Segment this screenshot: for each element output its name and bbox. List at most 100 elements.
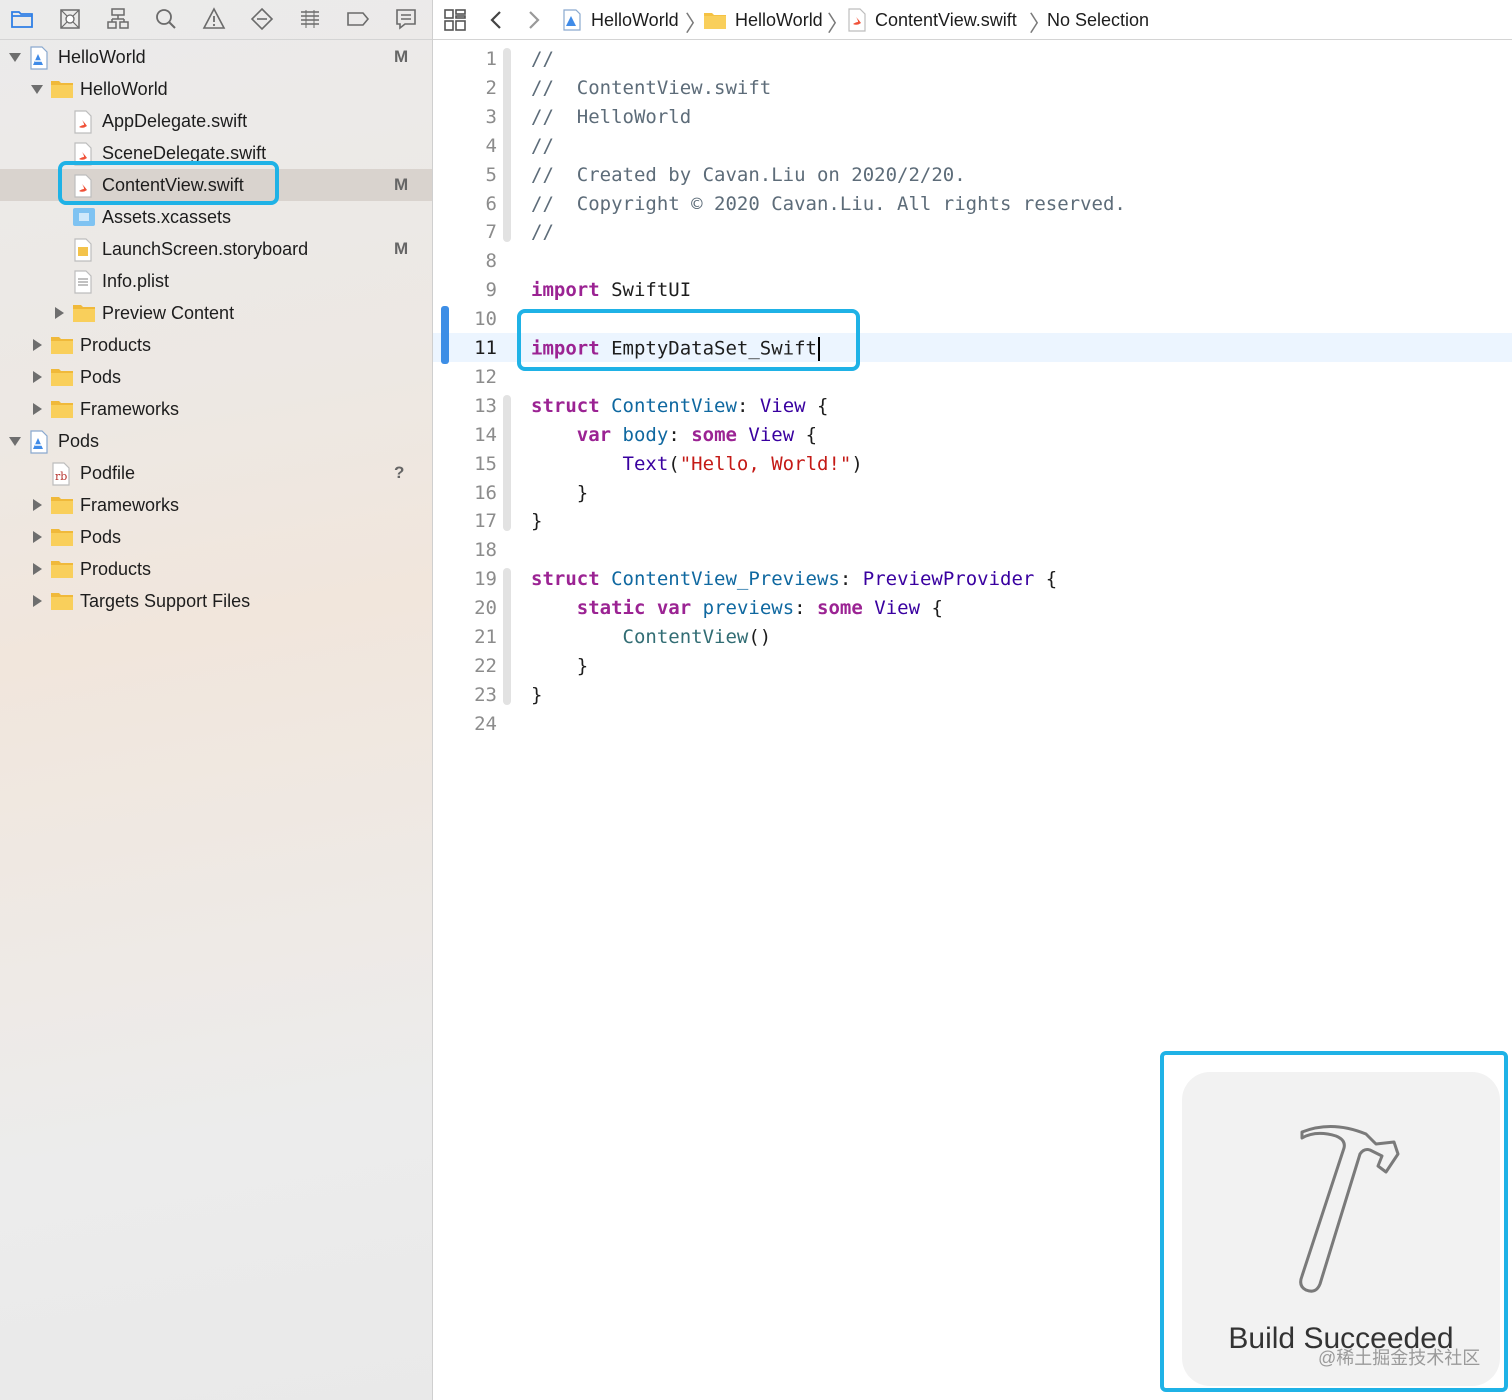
disclosure-closed-icon[interactable] bbox=[52, 306, 66, 320]
folder-icon[interactable] bbox=[8, 6, 36, 32]
code-line[interactable]: 18 bbox=[433, 535, 1512, 564]
code-line[interactable]: 19 struct ContentView_Previews: PreviewPr… bbox=[433, 564, 1512, 593]
code-line[interactable]: 9 import SwiftUI bbox=[433, 275, 1512, 304]
code-text[interactable]: } bbox=[531, 482, 588, 504]
tree-row[interactable]: Pods bbox=[0, 425, 432, 457]
related-items-button[interactable] bbox=[443, 8, 467, 32]
search-icon[interactable] bbox=[152, 6, 180, 32]
code-line[interactable]: 7 // bbox=[433, 217, 1512, 246]
line-number[interactable]: 24 bbox=[433, 713, 497, 735]
line-number[interactable]: 21 bbox=[433, 626, 497, 648]
code-line[interactable]: 23} bbox=[433, 680, 1512, 709]
code-text[interactable]: } bbox=[531, 684, 542, 706]
line-number[interactable]: 17 bbox=[433, 510, 497, 532]
jumpbar-group[interactable]: HelloWorld bbox=[703, 8, 823, 32]
code-text[interactable]: // bbox=[531, 221, 554, 243]
code-text[interactable]: // bbox=[531, 48, 554, 70]
tree-row[interactable]: ContentView.swift M bbox=[0, 169, 432, 201]
code-line[interactable]: 22 } bbox=[433, 651, 1512, 680]
line-number[interactable]: 18 bbox=[433, 539, 497, 561]
code-text[interactable]: struct ContentView: View { bbox=[531, 395, 828, 417]
disclosure-open-icon[interactable] bbox=[30, 82, 44, 96]
code-fold-ribbon[interactable] bbox=[503, 48, 511, 243]
tree-row[interactable]: rb Podfile? bbox=[0, 457, 432, 489]
code-line[interactable]: 4 // bbox=[433, 131, 1512, 160]
tree-row[interactable]: Targets Support Files bbox=[0, 585, 432, 617]
jumpbar-symbol[interactable]: No Selection bbox=[1047, 8, 1149, 32]
disclosure-closed-icon[interactable] bbox=[30, 594, 44, 608]
disclosure-closed-icon[interactable] bbox=[30, 338, 44, 352]
disclosure-closed-icon[interactable] bbox=[30, 370, 44, 384]
code-fold-ribbon[interactable] bbox=[503, 568, 511, 705]
line-number[interactable]: 4 bbox=[433, 135, 497, 157]
disclosure-closed-icon[interactable] bbox=[30, 498, 44, 512]
tree-row[interactable]: HelloWorld bbox=[0, 73, 432, 105]
breakpoint-icon[interactable] bbox=[344, 6, 372, 32]
line-number[interactable]: 8 bbox=[433, 250, 497, 272]
forward-button[interactable] bbox=[523, 8, 543, 32]
warning-icon[interactable] bbox=[200, 6, 228, 32]
tree-row[interactable]: Preview Content bbox=[0, 297, 432, 329]
code-line[interactable]: 1 // bbox=[433, 44, 1512, 73]
code-text[interactable]: Text("Hello, World!") bbox=[531, 453, 863, 475]
code-text[interactable]: ContentView() bbox=[531, 626, 772, 648]
code-line[interactable]: 15 Text("Hello, World!") bbox=[433, 449, 1512, 478]
code-line[interactable]: 11 import EmptyDataSet_Swift bbox=[433, 333, 1512, 362]
code-text[interactable]: // bbox=[531, 135, 554, 157]
line-number[interactable]: 16 bbox=[433, 482, 497, 504]
tree-row[interactable]: Frameworks bbox=[0, 393, 432, 425]
disclosure-open-icon[interactable] bbox=[8, 50, 22, 64]
source-control-icon[interactable] bbox=[56, 6, 84, 32]
code-text[interactable]: import EmptyDataSet_Swift bbox=[531, 337, 820, 361]
line-number[interactable]: 6 bbox=[433, 193, 497, 215]
code-line[interactable]: 6 // Copyright © 2020 Cavan.Liu. All righ… bbox=[433, 189, 1512, 218]
code-text[interactable]: var body: some View { bbox=[531, 424, 817, 446]
code-line[interactable]: 17} bbox=[433, 506, 1512, 535]
source-change-bar[interactable] bbox=[441, 306, 449, 364]
code-text[interactable]: // Created by Cavan.Liu on 2020/2/20. bbox=[531, 164, 966, 186]
code-line[interactable]: 16 } bbox=[433, 478, 1512, 507]
line-number[interactable]: 5 bbox=[433, 164, 497, 186]
code-line[interactable]: 2 // ContentView.swift bbox=[433, 73, 1512, 102]
tree-row[interactable]: Assets.xcassets bbox=[0, 201, 432, 233]
code-text[interactable]: // Copyright © 2020 Cavan.Liu. All right… bbox=[531, 193, 1126, 215]
line-number[interactable]: 7 bbox=[433, 221, 497, 243]
line-number[interactable]: 1 bbox=[433, 48, 497, 70]
code-text[interactable]: // ContentView.swift bbox=[531, 77, 771, 99]
tree-row[interactable]: Products bbox=[0, 553, 432, 585]
line-number[interactable]: 9 bbox=[433, 279, 497, 301]
report-icon[interactable] bbox=[392, 6, 420, 32]
code-text[interactable]: } bbox=[531, 510, 542, 532]
code-fold-ribbon[interactable] bbox=[503, 394, 511, 532]
jumpbar-project[interactable]: HelloWorld bbox=[561, 8, 679, 32]
code-line[interactable]: 8 bbox=[433, 246, 1512, 275]
disclosure-closed-icon[interactable] bbox=[30, 562, 44, 576]
line-number[interactable]: 15 bbox=[433, 453, 497, 475]
code-text[interactable]: } bbox=[531, 655, 588, 677]
disclosure-closed-icon[interactable] bbox=[30, 530, 44, 544]
code-text[interactable]: import SwiftUI bbox=[531, 279, 691, 301]
tree-row[interactable]: Pods bbox=[0, 361, 432, 393]
code-text[interactable]: struct ContentView_Previews: PreviewProv… bbox=[531, 568, 1057, 590]
tree-row[interactable]: AppDelegate.swift bbox=[0, 105, 432, 137]
line-number[interactable]: 12 bbox=[433, 366, 497, 388]
line-number[interactable]: 3 bbox=[433, 106, 497, 128]
tree-row[interactable]: SceneDelegate.swift bbox=[0, 137, 432, 169]
tree-row[interactable]: Products bbox=[0, 329, 432, 361]
code-line[interactable]: 24 bbox=[433, 709, 1512, 738]
code-text[interactable]: // HelloWorld bbox=[531, 106, 691, 128]
tree-row[interactable]: Frameworks bbox=[0, 489, 432, 521]
code-line[interactable]: 13 struct ContentView: View { bbox=[433, 391, 1512, 420]
code-line[interactable]: 20 static var previews: some View { bbox=[433, 593, 1512, 622]
code-line[interactable]: 14 var body: some View { bbox=[433, 420, 1512, 449]
code-line[interactable]: 12 bbox=[433, 362, 1512, 391]
jumpbar-file[interactable]: ContentView.swift bbox=[847, 8, 1017, 32]
hierarchy-icon[interactable] bbox=[104, 6, 132, 32]
code-text[interactable]: static var previews: some View { bbox=[531, 597, 943, 619]
tree-row[interactable]: LaunchScreen.storyboard M bbox=[0, 233, 432, 265]
disclosure-open-icon[interactable] bbox=[8, 434, 22, 448]
line-number[interactable]: 23 bbox=[433, 684, 497, 706]
disclosure-closed-icon[interactable] bbox=[30, 402, 44, 416]
tree-row[interactable]: HelloWorld M bbox=[0, 41, 432, 73]
code-line[interactable]: 5 // Created by Cavan.Liu on 2020/2/20. bbox=[433, 160, 1512, 189]
